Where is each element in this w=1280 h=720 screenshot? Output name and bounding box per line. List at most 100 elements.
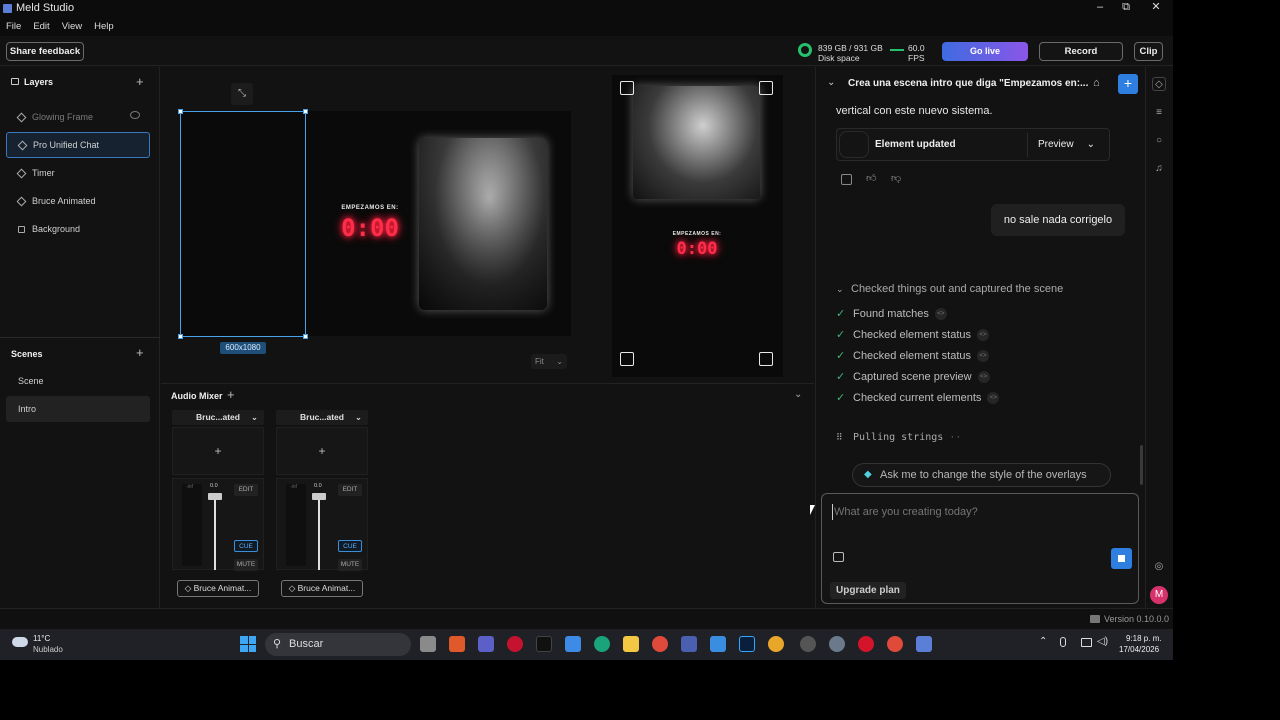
app-icon[interactable] xyxy=(800,636,816,652)
edit-button[interactable]: EDIT xyxy=(234,484,258,496)
settings-app-icon[interactable] xyxy=(829,636,845,652)
steps-summary[interactable]: ⌄ Checked things out and captured the sc… xyxy=(836,283,1063,295)
menu-file[interactable]: File xyxy=(6,21,21,32)
clip-button[interactable]: Clip xyxy=(1134,42,1163,61)
layer-timer[interactable]: Timer xyxy=(6,160,150,186)
opera-icon[interactable] xyxy=(507,636,523,652)
store-icon[interactable] xyxy=(565,636,581,652)
meld-studio-taskbar-icon[interactable] xyxy=(916,636,932,652)
add-layer-button[interactable]: + xyxy=(136,74,144,89)
chrome-icon[interactable] xyxy=(652,636,668,652)
channel-header[interactable]: Bruc...ated ⌄ xyxy=(276,410,368,425)
layer-pro-unified-chat[interactable]: Pro Unified Chat xyxy=(6,132,150,158)
home-icon[interactable]: ⌂ xyxy=(1093,77,1100,89)
collapse-chevron-icon[interactable]: ⌄ xyxy=(794,389,802,400)
ai-assistant-icon[interactable]: ◇ xyxy=(1152,77,1166,91)
hidden-eye-icon[interactable] xyxy=(130,111,140,119)
code-tag-icon[interactable]: <> xyxy=(934,307,947,320)
suggestion-chip[interactable]: ◆ Ask me to change the style of the over… xyxy=(852,463,1111,487)
collapse-chevron-icon[interactable]: ⌄ xyxy=(827,77,835,88)
cursor-tool-button[interactable]: ⤡ xyxy=(231,83,253,105)
chat-scrollbar[interactable] xyxy=(1140,445,1143,485)
resize-handle[interactable] xyxy=(303,334,308,339)
code-tag-icon[interactable]: <> xyxy=(977,328,990,341)
weather-cloud-icon[interactable] xyxy=(12,637,28,647)
resize-handle[interactable] xyxy=(303,109,308,114)
thumbs-up-icon[interactable]: 👍︎ xyxy=(866,172,876,184)
go-live-button[interactable]: Go live xyxy=(942,42,1028,61)
crop-corner-handle[interactable] xyxy=(620,81,634,95)
resize-handle[interactable] xyxy=(178,109,183,114)
cue-button[interactable]: CUE xyxy=(338,540,362,552)
add-scene-button[interactable]: + xyxy=(136,345,144,360)
tray-chevron-up-icon[interactable]: ⌃ xyxy=(1039,636,1047,647)
tiktok-icon[interactable] xyxy=(536,636,552,652)
chrome-profile-icon[interactable] xyxy=(768,636,784,652)
add-filter-button[interactable]: + xyxy=(172,427,264,475)
selection-box[interactable] xyxy=(180,111,306,337)
fader-track[interactable] xyxy=(214,494,216,570)
zoom-fit-select[interactable]: Fit ⌄ xyxy=(531,354,567,369)
add-filter-button[interactable]: + xyxy=(276,427,368,475)
close-button[interactable]: ✕ xyxy=(1141,0,1171,16)
edge-icon[interactable] xyxy=(594,636,610,652)
network-icon[interactable] xyxy=(1081,638,1092,647)
crop-corner-handle[interactable] xyxy=(759,81,773,95)
thumbs-down-icon[interactable]: 👎︎ xyxy=(891,172,901,184)
teams-icon[interactable] xyxy=(478,636,494,652)
remote-desktop-icon[interactable] xyxy=(681,636,697,652)
avatar[interactable]: M xyxy=(1150,586,1168,604)
volume-icon[interactable]: ◁) xyxy=(1097,636,1108,647)
channel-header[interactable]: Bruc...ated ⌄ xyxy=(172,410,264,425)
photos-icon[interactable] xyxy=(710,636,726,652)
volume-fader[interactable] xyxy=(312,493,326,500)
edit-button[interactable]: EDIT xyxy=(338,484,362,496)
channel-source-name[interactable]: ◇ Bruce Animat... xyxy=(281,580,363,597)
chat-bubble-icon[interactable]: ○ xyxy=(1152,134,1166,148)
new-chat-button[interactable]: + xyxy=(1118,74,1138,94)
code-tag-icon[interactable]: <> xyxy=(977,370,990,383)
record-app-icon[interactable] xyxy=(858,636,874,652)
upgrade-plan-button[interactable]: Upgrade plan xyxy=(830,582,906,599)
menu-edit[interactable]: Edit xyxy=(33,21,49,32)
stop-generation-button[interactable] xyxy=(1111,548,1132,569)
preview-button[interactable]: Preview ⌄ xyxy=(1027,133,1107,157)
brave-browser-icon[interactable] xyxy=(449,636,465,652)
windows-start-icon[interactable] xyxy=(240,636,256,652)
cue-button[interactable]: CUE xyxy=(234,540,258,552)
menu-help[interactable]: Help xyxy=(94,21,114,32)
menu-view[interactable]: View xyxy=(62,21,82,32)
settings-icon[interactable]: ◎ xyxy=(1152,560,1166,574)
layer-bruce-animated[interactable]: Bruce Animated xyxy=(6,188,150,214)
mute-button[interactable]: MUTE xyxy=(234,559,258,571)
crop-corner-handle[interactable] xyxy=(620,352,634,366)
code-tag-icon[interactable]: <> xyxy=(987,391,1000,404)
layer-glowing-frame[interactable]: Glowing Frame xyxy=(6,104,150,130)
maximize-button[interactable]: ⧉ xyxy=(1111,0,1141,16)
taskbar-search[interactable]: ⚲ Buscar xyxy=(265,633,411,656)
task-view-icon[interactable] xyxy=(420,636,436,652)
share-feedback-button[interactable]: Share feedback xyxy=(6,42,84,61)
add-audio-source-button[interactable]: + xyxy=(227,387,235,402)
photoshop-icon[interactable] xyxy=(739,636,755,652)
copy-icon[interactable] xyxy=(841,174,852,185)
chrome-alt-icon[interactable] xyxy=(887,636,903,652)
scene-item-scene[interactable]: Scene xyxy=(6,368,150,394)
photo-shade xyxy=(419,138,547,310)
attach-image-icon[interactable] xyxy=(833,552,844,562)
microphone-icon[interactable] xyxy=(1060,637,1066,647)
record-button[interactable]: Record xyxy=(1039,42,1123,61)
channel-source-name[interactable]: ◇ Bruce Animat... xyxy=(177,580,259,597)
fader-track[interactable] xyxy=(318,494,320,570)
properties-icon[interactable]: ≡ xyxy=(1152,106,1166,120)
resize-handle[interactable] xyxy=(178,334,183,339)
volume-fader[interactable] xyxy=(208,493,222,500)
code-tag-icon[interactable]: <> xyxy=(977,349,990,362)
crop-corner-handle[interactable] xyxy=(759,352,773,366)
audio-icon[interactable]: ♫ xyxy=(1152,162,1166,176)
scene-item-intro[interactable]: Intro xyxy=(6,396,150,422)
file-explorer-icon[interactable] xyxy=(623,636,639,652)
chat-input[interactable] xyxy=(832,504,1122,520)
layer-background[interactable]: Background xyxy=(6,216,150,242)
mute-button[interactable]: MUTE xyxy=(338,559,362,571)
